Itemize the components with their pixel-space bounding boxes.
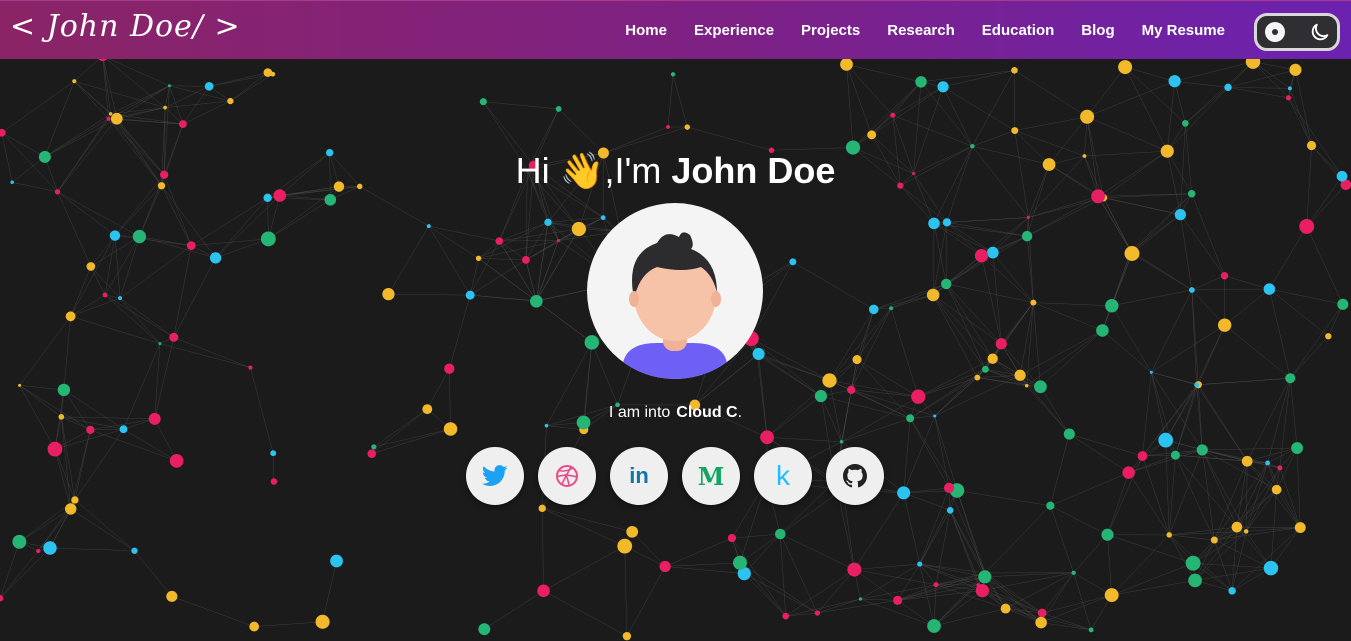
kaggle-icon: k [776, 460, 790, 491]
dribbble-button[interactable] [538, 447, 596, 505]
waving-hand-icon: 👋 [559, 150, 605, 191]
tagline-prefix: I am into [608, 404, 671, 421]
github-button[interactable] [826, 447, 884, 505]
greeting-im: ,I'm [604, 150, 662, 191]
linkedin-button[interactable]: in [610, 447, 668, 505]
greeting-name: John Doe [671, 150, 836, 191]
medium-icon: M [697, 461, 725, 491]
greeting-hi: Hi [515, 150, 550, 191]
kaggle-button[interactable]: k [754, 447, 812, 505]
tagline-typed-text: Cloud C [676, 404, 738, 421]
hero-section: Hi 👋,I'm John Doe I am into Cloud C. in … [0, 0, 1351, 641]
social-links: in M k [466, 447, 884, 505]
twitter-icon [482, 465, 508, 486]
tagline: I am into Cloud C. [0, 404, 1351, 422]
twitter-button[interactable] [466, 447, 524, 505]
linkedin-icon: in [629, 463, 649, 488]
greeting-heading: Hi 👋,I'm John Doe [0, 150, 1351, 192]
dribbble-icon [556, 465, 578, 487]
tagline-suffix: . [737, 404, 743, 421]
github-icon [843, 464, 867, 488]
avatar [587, 203, 763, 379]
medium-button[interactable]: M [682, 447, 740, 505]
